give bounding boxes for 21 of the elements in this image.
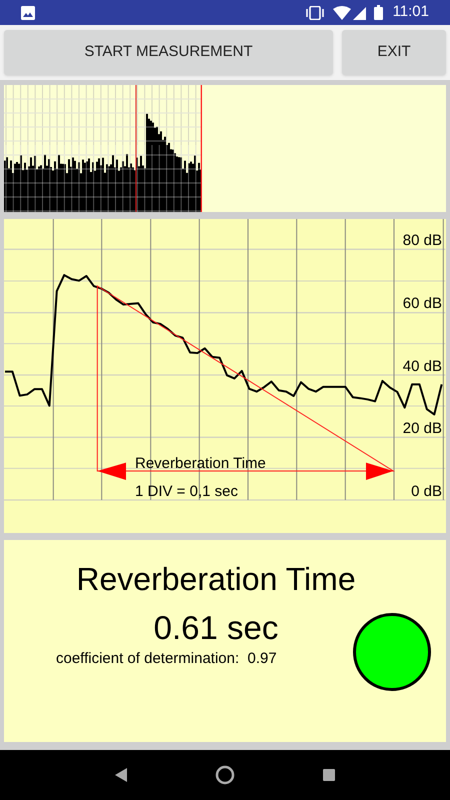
result-title: Reverberation Time (75, 560, 357, 599)
signal-icon (352, 6, 366, 20)
axis-label: 20 dB (402, 419, 442, 440)
start-measurement-button[interactable]: START MEASUREMENT (4, 30, 333, 75)
axis-label: 40 dB (402, 356, 442, 377)
image-icon (21, 6, 35, 20)
back-icon[interactable] (114, 767, 128, 783)
battery-icon (374, 5, 383, 20)
clock-text: 11:01 (392, 2, 429, 22)
recents-icon[interactable] (322, 768, 336, 782)
exit-button[interactable]: EXIT (342, 30, 446, 75)
axis-label: 60 dB (402, 294, 442, 314)
axis-label: 0 dB (411, 482, 442, 502)
vibrate-icon (304, 6, 325, 20)
annotation-text: Reverberation Time (135, 454, 266, 474)
axis-label: 80 dB (402, 231, 442, 252)
determination-text: coefficient of determination: 0.97 (56, 649, 277, 669)
home-icon[interactable] (214, 765, 235, 785)
result-value: 0.61 sec (152, 608, 280, 648)
wifi-icon (332, 6, 351, 20)
scale-note: 1 DIV = 0,1 sec (135, 482, 238, 502)
